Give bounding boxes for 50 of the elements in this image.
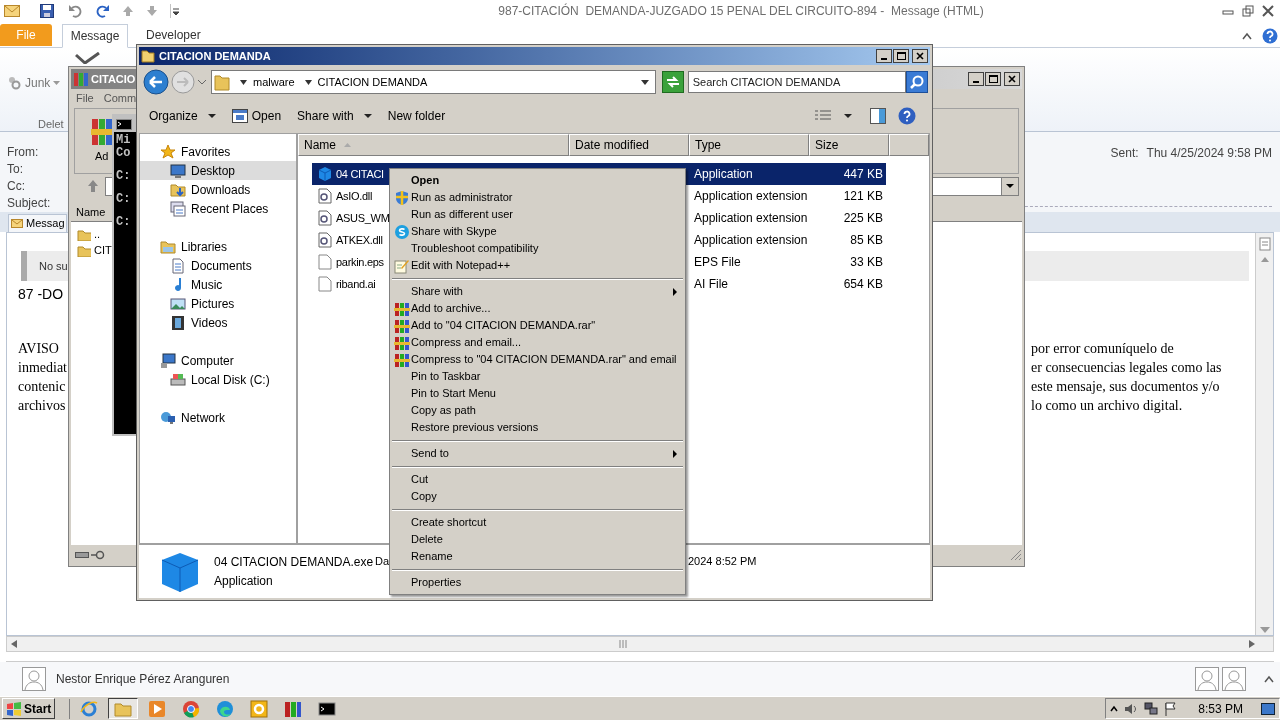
file-type: EPS File	[694, 255, 741, 269]
file-name: parkin.eps	[336, 254, 384, 270]
field-label: To:	[7, 161, 24, 177]
file-size: 33 KB	[850, 255, 883, 269]
console-text: C:	[116, 170, 132, 183]
field-label: Cc:	[7, 178, 26, 194]
file-name: AsIO.dll	[336, 188, 373, 204]
notice-text: inmediat	[18, 359, 67, 377]
contact-name: Nestor Enrique Pérez Aranguren	[56, 671, 230, 688]
console-text: Co	[116, 147, 132, 160]
notice-text: lo como un archivo digital.	[1031, 397, 1184, 415]
window-title: CITACIO	[91, 71, 136, 87]
file-size: 654 KB	[843, 277, 883, 291]
console-text: C:	[116, 216, 132, 229]
window-title: CITACION DEMANDA	[159, 48, 271, 64]
file-type: Application extension	[694, 233, 808, 247]
file-name: ATKEX.dll	[336, 232, 383, 248]
file-size: 225 KB	[843, 211, 883, 225]
file-type: Application	[694, 167, 753, 181]
file-name: riband.ai	[336, 276, 376, 292]
field-label: From:	[7, 144, 40, 160]
notice-text: este mensaje, sus documentos y/o	[1031, 378, 1221, 396]
details-label: Da	[375, 554, 390, 569]
notice-text: contenic	[18, 378, 67, 396]
clock: 8:53 PM	[1198, 700, 1243, 718]
file-name: 04 CITACI	[336, 166, 384, 182]
file-type: AI File	[694, 277, 728, 291]
field-label: Subject:	[7, 195, 51, 211]
console-text: C:	[116, 193, 132, 206]
file-size: 85 KB	[850, 233, 883, 247]
file-size: 447 KB	[843, 167, 883, 181]
details-type: Application	[214, 573, 273, 590]
group-label: Delet	[38, 117, 64, 132]
details-name: 04 CITACION DEMANDA.exe	[214, 554, 374, 571]
notice-text: archivos	[18, 397, 67, 415]
notice-text: er consecuencias legales como las	[1031, 359, 1222, 377]
file-size: 121 KB	[843, 189, 883, 203]
info-text: No su	[39, 258, 68, 274]
body-text: 87 -DO	[18, 285, 64, 304]
console-text: Mi	[116, 134, 132, 147]
sent-date: Thu 4/25/2024 9:58 PM	[1146, 145, 1272, 162]
window-title: 987-CITACIÓN DEMANDA-JUZGADO 15 PENAL DEL CIRCUITO-894 - Message (HTML)	[497, 2, 985, 20]
notice-text: AVISO	[18, 340, 60, 358]
toolbar-label: Ad	[95, 149, 109, 164]
details-date: 2024 8:52 PM	[688, 554, 757, 569]
file-type: Application extension	[694, 189, 808, 203]
notice-text: por error comuníquelo de	[1031, 340, 1175, 358]
field-label: Sent:	[1110, 145, 1139, 162]
file-type: Application extension	[694, 211, 808, 225]
file-name: ASUS_WM	[336, 210, 390, 226]
